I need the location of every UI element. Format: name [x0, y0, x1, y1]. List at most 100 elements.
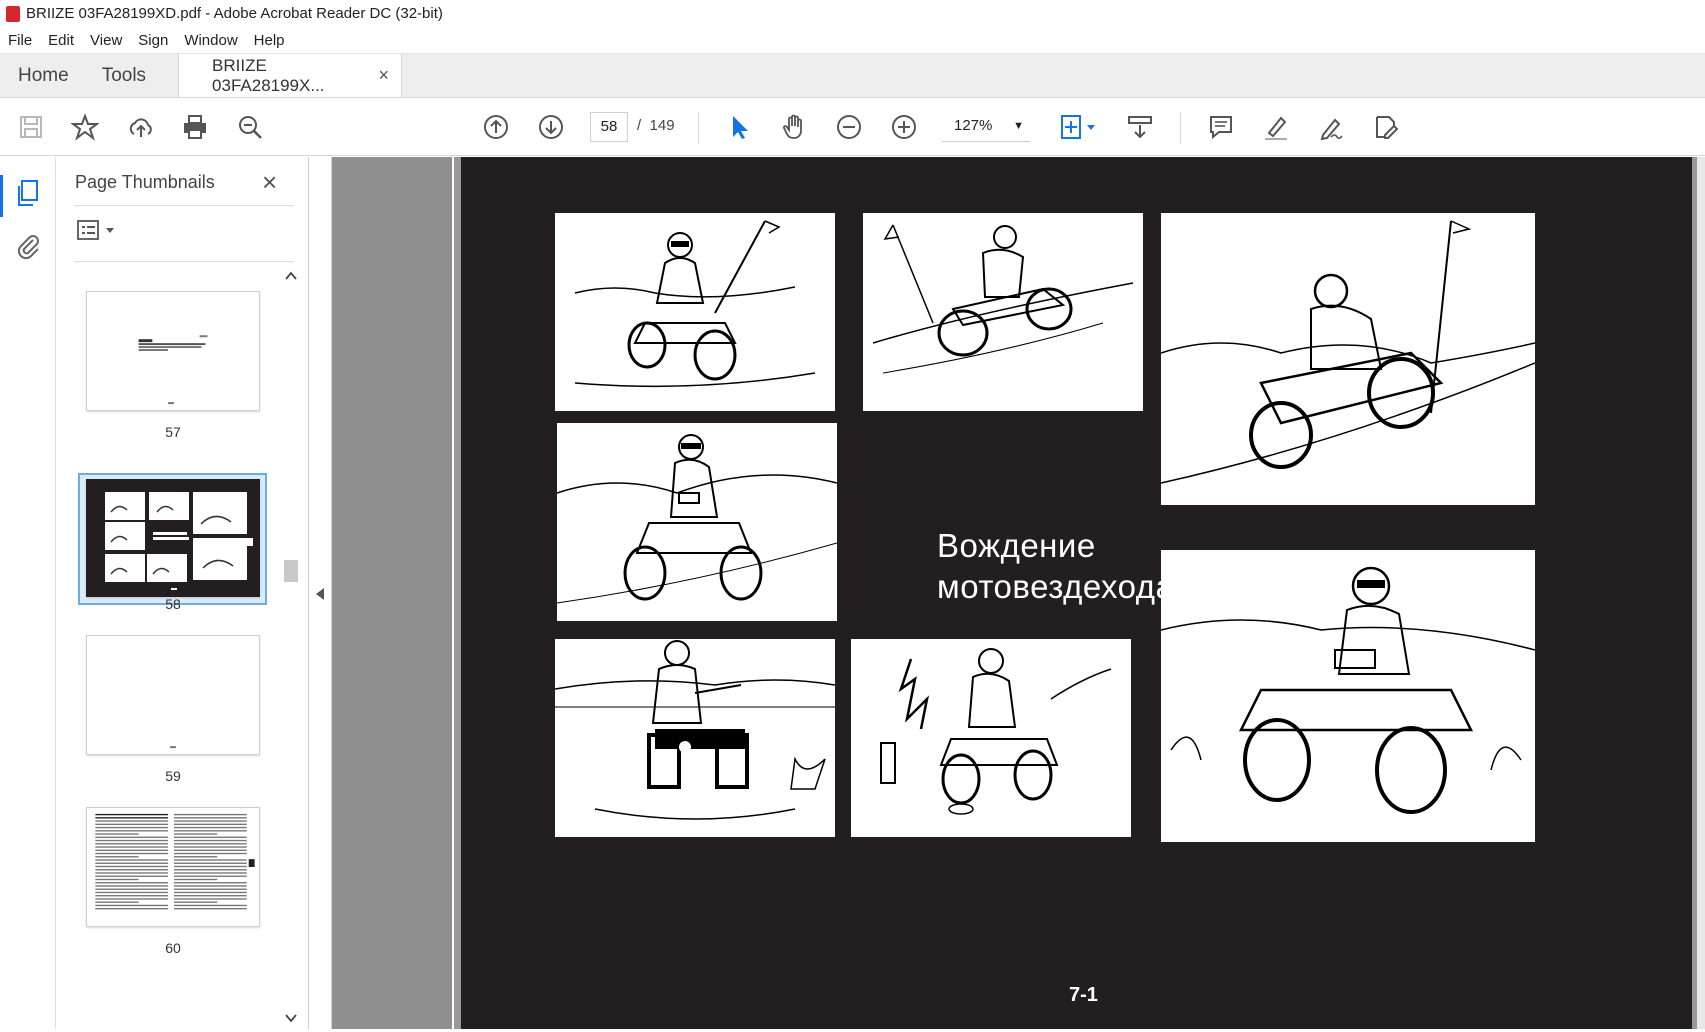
- next-page-icon[interactable]: [536, 112, 566, 142]
- panel-close-icon[interactable]: ×: [262, 167, 277, 198]
- heading-line-2: мотовездехода: [937, 568, 1175, 605]
- thumbnail-text-line: [95, 846, 169, 848]
- thumbnail-page-57[interactable]: [86, 291, 260, 411]
- page-count: / 149: [637, 117, 675, 134]
- edit-pdf-icon[interactable]: [1371, 112, 1401, 142]
- menu-help[interactable]: Help: [246, 32, 293, 49]
- thumbnail-text-line: [173, 826, 247, 829]
- document-scrollbar[interactable]: [1697, 157, 1705, 1029]
- thumbnail-text-line: [95, 833, 139, 835]
- thumbnail-text-line: [173, 830, 247, 832]
- document-viewer[interactable]: Вождение мотовездехода 7-1 7: [332, 157, 1705, 1029]
- thumbnail-page-59[interactable]: [86, 635, 260, 755]
- chevron-down-icon: ▼: [1013, 120, 1024, 132]
- previous-page-icon[interactable]: [481, 112, 511, 142]
- thumbnail-text-line: [95, 817, 169, 819]
- thumbnail-text-line: [95, 891, 169, 894]
- fit-page-icon[interactable]: [1055, 112, 1103, 142]
- collapse-panel-icon[interactable]: [315, 587, 325, 606]
- thumbnail-text-line: [95, 869, 169, 871]
- menu-view[interactable]: View: [82, 32, 130, 49]
- thumbnail-text-line: [173, 852, 247, 855]
- zoom-level-select[interactable]: 127% ▼: [942, 112, 1030, 142]
- thumbnail-text-line: [173, 869, 247, 871]
- thumbnail-text-line: [95, 904, 169, 907]
- thumbnail-text-line: [95, 878, 139, 881]
- thumbnail-text-line: [173, 843, 247, 845]
- highlight-pen-icon[interactable]: [1261, 112, 1291, 142]
- chapter-heading: Вождение мотовездехода: [937, 525, 1174, 607]
- thumbnail-text-line: [95, 836, 169, 838]
- toolbar-divider-2: [1180, 112, 1181, 144]
- thumbnail-number: 60: [165, 940, 181, 956]
- toolbar-divider: [698, 112, 699, 144]
- hand-tool-icon[interactable]: [779, 112, 809, 142]
- active-indicator: [0, 175, 3, 217]
- thumbnail-text-line: [173, 875, 247, 877]
- thumbnail-text-line: [95, 813, 169, 816]
- print-icon[interactable]: [180, 112, 210, 142]
- main-toolbar: 58 / 149 127% ▼: [0, 98, 1705, 156]
- zoom-in-icon[interactable]: [889, 112, 919, 142]
- thumbnail-options-button[interactable]: [76, 219, 120, 243]
- tab-bar: Home Tools BRIIZE 03FA28199X... ×: [0, 54, 1705, 98]
- save-icon[interactable]: [16, 112, 46, 142]
- menu-bar: File Edit View Sign Window Help: [0, 27, 1705, 54]
- atv-illustration-6: [555, 639, 835, 837]
- tab-document[interactable]: BRIIZE 03FA28199X... ×: [178, 54, 403, 97]
- thumbnail-text-line: [173, 878, 218, 881]
- thumbnail-page-60[interactable]: [86, 807, 260, 927]
- thumbnail-text-line: [173, 839, 247, 842]
- thumbnail-text-line: [173, 820, 247, 822]
- tab-close-icon[interactable]: ×: [379, 65, 390, 86]
- sign-icon[interactable]: [1316, 112, 1346, 142]
- thumbnail-text-line: [95, 882, 169, 884]
- menu-window[interactable]: Window: [176, 32, 245, 49]
- thumbnail-text-line: [95, 852, 169, 855]
- menu-sign[interactable]: Sign: [130, 32, 176, 49]
- thumbnail-text-line: [173, 833, 218, 835]
- window-title: BRIIZE 03FA28199XD.pdf - Adobe Acrobat R…: [26, 5, 443, 22]
- thumbnail-text-line: [173, 856, 218, 858]
- thumbnails-scrollbar[interactable]: [282, 267, 300, 1027]
- atv-illustration-4: [557, 423, 837, 621]
- tab-home[interactable]: Home: [0, 54, 87, 97]
- page-number-input[interactable]: 58: [590, 112, 628, 142]
- attachments-paperclip-icon[interactable]: [13, 230, 43, 260]
- thumbnails-panel: Page Thumbnails × 57 58 59 60: [56, 157, 309, 1029]
- thumbnail-text-line: [173, 849, 247, 851]
- comment-icon[interactable]: [1206, 112, 1236, 142]
- bookmark-star-icon[interactable]: [70, 112, 100, 142]
- panel-title: Page Thumbnails: [75, 172, 215, 192]
- atv-illustration-2: [863, 213, 1143, 411]
- thumbnail-text-line: [173, 888, 247, 890]
- tab-document-label: BRIIZE 03FA28199X...: [212, 55, 325, 95]
- thumbnail-text-line: [95, 843, 169, 845]
- thumbnail-text-line: [95, 872, 169, 874]
- select-cursor-icon[interactable]: [724, 112, 754, 142]
- tab-tools[interactable]: Tools: [87, 54, 164, 97]
- page-thumbnails-icon[interactable]: [13, 178, 43, 208]
- scroll-mode-icon[interactable]: [1125, 112, 1155, 142]
- find-zoom-icon[interactable]: [235, 112, 265, 142]
- upload-cloud-icon[interactable]: [126, 112, 156, 142]
- thumbnail-text-line: [173, 817, 247, 819]
- menu-edit[interactable]: Edit: [40, 32, 82, 49]
- heading-line-1: Вождение: [937, 527, 1096, 564]
- pdf-app-icon: [6, 5, 20, 22]
- thumbnail-number: 59: [165, 768, 181, 784]
- thumbnail-page-58[interactable]: [86, 479, 260, 597]
- thumbnail-text-line: [173, 823, 247, 826]
- thumbnail-text-line: [95, 859, 169, 861]
- left-rail: [0, 157, 56, 1029]
- atv-illustration-1: [555, 213, 835, 411]
- thumbnail-text-line: [173, 836, 247, 838]
- scrollbar-thumb[interactable]: [284, 560, 298, 582]
- thumbnail-text-line: [173, 901, 218, 903]
- menu-file[interactable]: File: [0, 32, 40, 49]
- zoom-out-icon[interactable]: [834, 112, 864, 142]
- page-folio: 7-1: [1069, 984, 1098, 1006]
- thumbnail-text-line: [173, 862, 247, 864]
- thumbnail-text-line: [95, 865, 169, 868]
- thumbnail-text-line: [95, 895, 169, 897]
